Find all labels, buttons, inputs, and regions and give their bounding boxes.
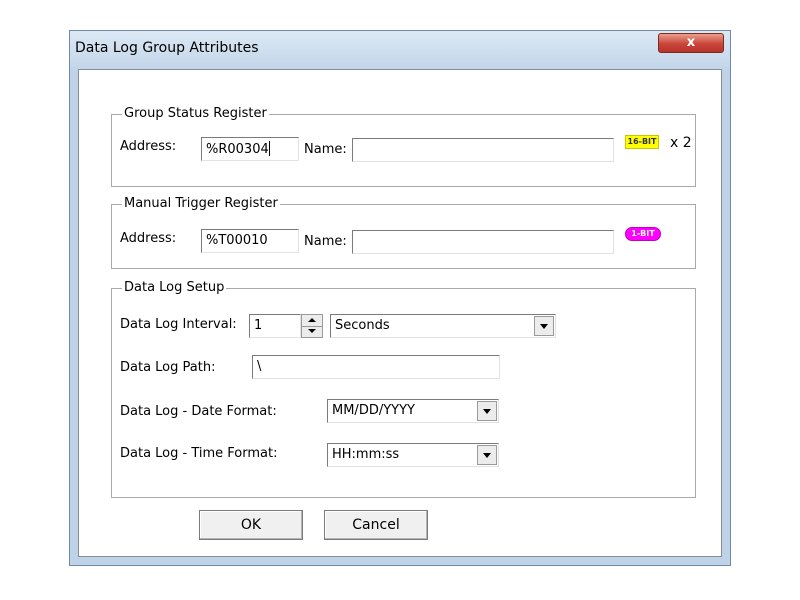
date-format-label: Data Log - Date Format: [120, 404, 277, 419]
group-status-register-group: Group Status Register Address: %R00304 N… [111, 106, 696, 187]
group-status-address-label: Address: [120, 139, 177, 154]
group-status-multiplier: x 2 [670, 135, 692, 151]
data-log-interval-label: Data Log Interval: [120, 317, 237, 332]
close-button[interactable]: x [658, 33, 724, 53]
spin-down-icon[interactable] [302, 326, 322, 337]
group-status-name-input[interactable] [352, 138, 614, 162]
manual-trigger-register-group: Manual Trigger Register Address: %T00010… [111, 196, 696, 269]
time-format-value: HH:mm:ss [332, 447, 400, 462]
date-format-select[interactable]: MM/DD/YYYY [327, 399, 499, 423]
group-status-name-label: Name: [304, 142, 347, 157]
close-icon: x [686, 35, 696, 50]
time-format-select[interactable]: HH:mm:ss [327, 443, 499, 467]
1-bit-badge-icon: 1-BIT [625, 227, 661, 241]
title-bar[interactable]: Data Log Group Attributes x [70, 31, 730, 69]
group-status-address-value: %R00304 [206, 142, 269, 157]
group-status-address-input[interactable]: %R00304 [201, 137, 299, 161]
interval-unit-value: Seconds [335, 318, 390, 333]
data-log-path-input[interactable]: \ [252, 355, 500, 379]
text-caret [268, 141, 270, 156]
manual-trigger-address-input[interactable]: %T00010 [201, 229, 299, 253]
dialog-body: Group Status Register Address: %R00304 N… [78, 69, 722, 557]
group-status-register-legend: Group Status Register [122, 106, 269, 121]
data-log-setup-group: Data Log Setup Data Log Interval: 1 Seco… [111, 280, 696, 498]
dialog-window: Data Log Group Attributes x Group Status… [69, 30, 731, 566]
chevron-down-icon[interactable] [534, 316, 554, 336]
16-bit-badge-icon: 16-BIT [625, 135, 659, 149]
manual-trigger-register-legend: Manual Trigger Register [122, 196, 280, 211]
data-log-interval-input[interactable]: 1 [249, 314, 301, 338]
ok-button[interactable]: OK [199, 510, 303, 540]
manual-trigger-name-label: Name: [304, 234, 347, 249]
interval-spinner[interactable] [301, 314, 323, 338]
manual-trigger-name-input[interactable] [352, 230, 614, 254]
dialog-title: Data Log Group Attributes [75, 40, 259, 56]
data-log-interval-value: 1 [254, 318, 263, 333]
cancel-button[interactable]: Cancel [324, 510, 428, 540]
date-format-value: MM/DD/YYYY [332, 403, 415, 418]
time-format-label: Data Log - Time Format: [120, 446, 278, 461]
chevron-down-icon[interactable] [477, 401, 497, 421]
manual-trigger-address-label: Address: [120, 231, 177, 246]
data-log-setup-legend: Data Log Setup [122, 280, 227, 295]
manual-trigger-address-value: %T00010 [206, 233, 268, 248]
chevron-down-icon[interactable] [477, 445, 497, 465]
data-log-path-label: Data Log Path: [120, 360, 216, 375]
interval-unit-select[interactable]: Seconds [330, 314, 556, 338]
data-log-path-value: \ [257, 359, 262, 374]
